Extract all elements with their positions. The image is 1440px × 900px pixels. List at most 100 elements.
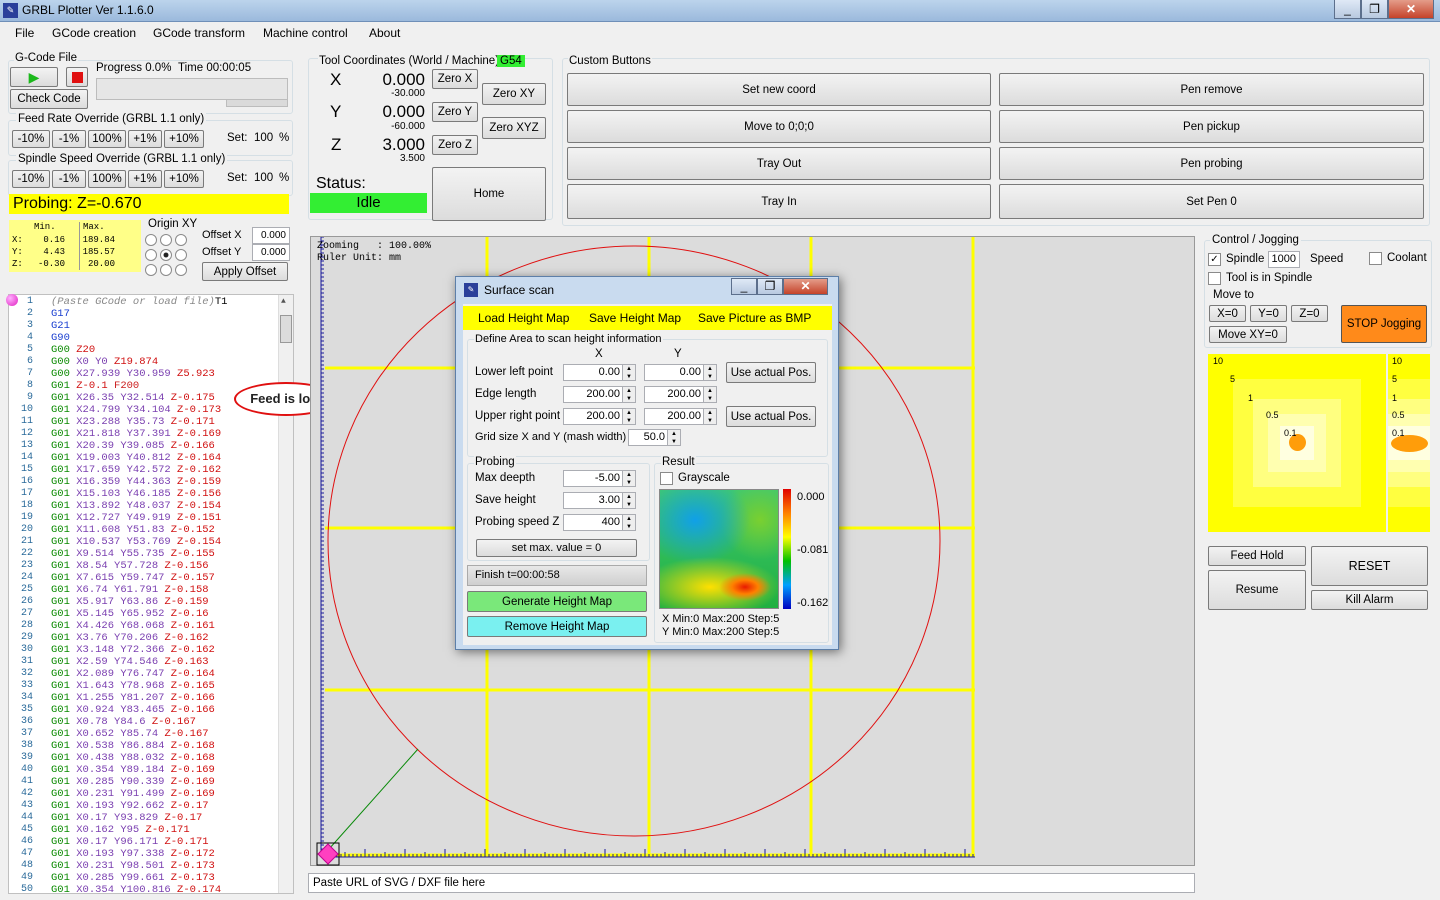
- code-line[interactable]: G01 X0.924 Y83.465 Z-0.166: [51, 704, 215, 716]
- origin-radio-tr[interactable]: [175, 234, 187, 246]
- code-line[interactable]: (Paste GCode or load file)T1: [51, 296, 227, 308]
- home-button[interactable]: Home: [432, 167, 546, 221]
- generate-height-map-button[interactable]: Generate Height Map: [467, 591, 647, 612]
- menu-machine-control[interactable]: Machine control: [263, 26, 348, 40]
- save-picture-bmp-menu[interactable]: Save Picture as BMP: [698, 311, 811, 325]
- code-line[interactable]: G01 X15.103 Y46.185 Z-0.156: [51, 488, 221, 500]
- feed-100-button[interactable]: 100%: [88, 130, 126, 148]
- dialog-close-button[interactable]: ✕: [783, 278, 828, 295]
- code-line[interactable]: G01 X26.35 Y32.514 Z-0.175: [51, 392, 215, 404]
- jog-pad-xy[interactable]: 10 5 1 0.5 0.1: [1208, 354, 1386, 532]
- custom-tray-out-button[interactable]: Tray Out: [567, 147, 991, 180]
- custom-pen-pickup-button[interactable]: Pen pickup: [999, 110, 1424, 143]
- code-line[interactable]: G01 X0.193 Y92.662 Z-0.17: [51, 800, 209, 812]
- zero-x-button[interactable]: Zero X: [432, 69, 478, 89]
- set-max-value-button[interactable]: set max. value = 0: [476, 539, 637, 557]
- custom-set-new-coord-button[interactable]: Set new coord: [567, 73, 991, 106]
- code-line[interactable]: G01 Z-0.1 F200: [51, 380, 139, 392]
- code-line[interactable]: G01 X2.089 Y76.747 Z-0.164: [51, 668, 215, 680]
- edge-x-spinner[interactable]: ▲ ▼: [622, 387, 635, 402]
- code-line[interactable]: G01 X0.193 Y97.338 Z-0.172: [51, 848, 215, 860]
- code-line[interactable]: G01 X0.285 Y90.339 Z-0.169: [51, 776, 215, 788]
- feed-minus1-button[interactable]: -1%: [52, 130, 86, 148]
- use-actual-pos-lower-button[interactable]: Use actual Pos.: [726, 362, 816, 383]
- lower-left-y-spinner[interactable]: ▲ ▼: [703, 365, 716, 380]
- offset-x-input[interactable]: 0.000: [252, 227, 290, 244]
- origin-radio-mr[interactable]: [175, 249, 187, 261]
- dialog-maximize-button[interactable]: ❐: [757, 278, 783, 295]
- origin-radio-tl[interactable]: [145, 234, 157, 246]
- scroll-up-icon[interactable]: ▲: [281, 297, 286, 306]
- minimize-button[interactable]: _: [1334, 0, 1361, 19]
- feed-minus10-button[interactable]: -10%: [12, 130, 50, 148]
- code-line[interactable]: G01 X17.659 Y42.572 Z-0.162: [51, 464, 221, 476]
- remove-height-map-button[interactable]: Remove Height Map: [467, 616, 647, 637]
- move-x0-button[interactable]: X=0: [1209, 305, 1246, 322]
- close-button[interactable]: ✕: [1388, 0, 1434, 19]
- code-line[interactable]: G17: [51, 308, 70, 320]
- save-height-map-menu[interactable]: Save Height Map: [589, 311, 681, 325]
- code-line[interactable]: G01 X23.288 Y35.73 Z-0.171: [51, 416, 215, 428]
- code-line[interactable]: G01 X8.54 Y57.728 Z-0.156: [51, 560, 209, 572]
- code-line[interactable]: G01 X16.359 Y44.363 Z-0.159: [51, 476, 221, 488]
- code-line[interactable]: G01 X5.145 Y65.952 Z-0.16: [51, 608, 209, 620]
- custom-pen-remove-button[interactable]: Pen remove: [999, 73, 1424, 106]
- lower-left-x-spinner[interactable]: ▲ ▼: [622, 365, 635, 380]
- code-line[interactable]: G01 X0.538 Y86.884 Z-0.168: [51, 740, 215, 752]
- code-line[interactable]: G01 X0.231 Y91.499 Z-0.169: [51, 788, 215, 800]
- feed-plus1-button[interactable]: +1%: [128, 130, 162, 148]
- code-line[interactable]: G01 X3.148 Y72.366 Z-0.162: [51, 644, 215, 656]
- origin-radio-bc[interactable]: [160, 264, 172, 276]
- code-line[interactable]: G01 X1.255 Y81.207 Z-0.166: [51, 692, 215, 704]
- edge-y-spinner[interactable]: ▲ ▼: [703, 387, 716, 402]
- code-line[interactable]: G01 X0.285 Y99.661 Z-0.173: [51, 872, 215, 884]
- code-line[interactable]: G01 X2.59 Y74.546 Z-0.163: [51, 656, 209, 668]
- code-line[interactable]: G21: [51, 320, 70, 332]
- code-line[interactable]: G01 X13.892 Y48.037 Z-0.154: [51, 500, 221, 512]
- use-actual-pos-upper-button[interactable]: Use actual Pos.: [726, 406, 816, 427]
- feed-hold-button[interactable]: Feed Hold: [1208, 546, 1306, 566]
- code-line[interactable]: G01 X0.354 Y89.184 Z-0.169: [51, 764, 215, 776]
- custom-pen-probing-button[interactable]: Pen probing: [999, 147, 1424, 180]
- origin-radio-bl[interactable]: [145, 264, 157, 276]
- grayscale-checkbox[interactable]: [660, 472, 673, 485]
- spindle-plus1-button[interactable]: +1%: [128, 170, 162, 188]
- spindle-speed-input[interactable]: 1000: [1268, 251, 1300, 268]
- dialog-minimize-button[interactable]: _: [731, 278, 757, 295]
- menu-gcode-creation[interactable]: GCode creation: [52, 26, 136, 40]
- code-line[interactable]: G01 X3.76 Y70.206 Z-0.162: [51, 632, 209, 644]
- probe-speed-spinner[interactable]: ▲ ▼: [622, 515, 635, 530]
- origin-radio-br[interactable]: [175, 264, 187, 276]
- coolant-checkbox[interactable]: [1369, 252, 1382, 265]
- code-line[interactable]: G01 X0.162 Y95 Z-0.171: [51, 824, 190, 836]
- code-line[interactable]: G01 X4.426 Y68.068 Z-0.161: [51, 620, 215, 632]
- spindle-minus10-button[interactable]: -10%: [12, 170, 50, 188]
- origin-radio-tc[interactable]: [160, 234, 172, 246]
- feed-plus10-button[interactable]: +10%: [164, 130, 204, 148]
- jog-pad-z[interactable]: 10 5 1 0.5 0.1: [1388, 354, 1430, 532]
- offset-y-input[interactable]: 0.000: [252, 244, 290, 261]
- move-z0-button[interactable]: Z=0: [1291, 305, 1328, 322]
- code-line[interactable]: G01 X20.39 Y39.085 Z-0.166: [51, 440, 215, 452]
- zero-z-button[interactable]: Zero Z: [432, 135, 478, 155]
- custom-set-pen-0-button[interactable]: Set Pen 0: [999, 184, 1424, 219]
- menu-gcode-transform[interactable]: GCode transform: [153, 26, 245, 40]
- code-line[interactable]: G01 X0.354 Y100.816 Z-0.174: [51, 884, 221, 896]
- code-line[interactable]: G01 X21.818 Y37.391 Z-0.169: [51, 428, 221, 440]
- code-line[interactable]: G01 X6.74 Y61.791 Z-0.158: [51, 584, 209, 596]
- code-line[interactable]: G00 Z20: [51, 344, 95, 356]
- code-line[interactable]: G00 X27.939 Y30.959 Z5.923: [51, 368, 215, 380]
- code-line[interactable]: G00 X0 Y0 Z19.874: [51, 356, 158, 368]
- tool-in-spindle-checkbox[interactable]: [1208, 272, 1221, 285]
- code-line[interactable]: G01 X0.231 Y98.501 Z-0.173: [51, 860, 215, 872]
- load-height-map-menu[interactable]: Load Height Map: [478, 311, 569, 325]
- code-line[interactable]: G01 X0.17 Y93.829 Z-0.17: [51, 812, 202, 824]
- move-y0-button[interactable]: Y=0: [1250, 305, 1287, 322]
- apply-offset-button[interactable]: Apply Offset: [202, 262, 288, 281]
- scroll-thumb[interactable]: [280, 315, 292, 343]
- spindle-plus10-button[interactable]: +10%: [164, 170, 204, 188]
- spindle-100-button[interactable]: 100%: [88, 170, 126, 188]
- origin-radio-center[interactable]: [160, 249, 172, 261]
- kill-alarm-button[interactable]: Kill Alarm: [1311, 590, 1428, 610]
- code-line[interactable]: G01 X0.438 Y88.032 Z-0.168: [51, 752, 215, 764]
